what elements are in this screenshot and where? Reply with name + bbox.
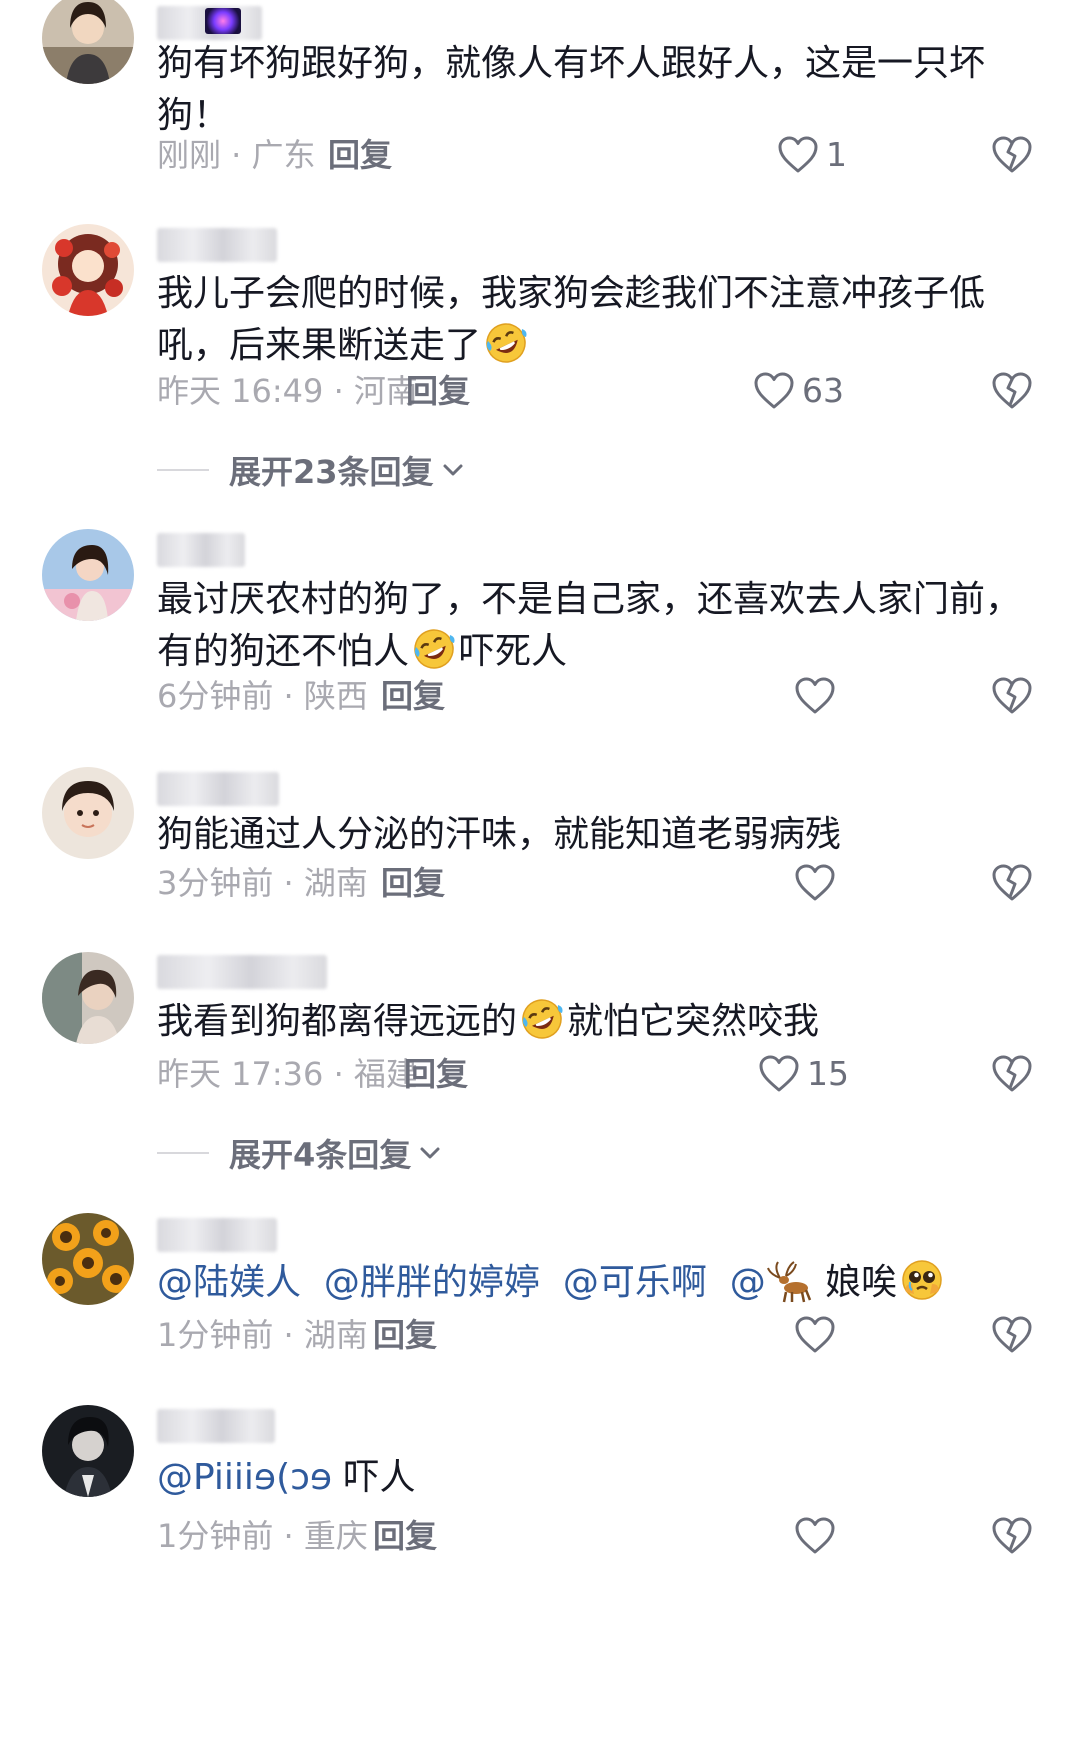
like-count: 1: [826, 135, 847, 174]
username-blurred[interactable]: [157, 1218, 277, 1252]
rolling-laugh-emoji: [412, 627, 456, 671]
like-button[interactable]: [793, 674, 837, 718]
like-button[interactable]: [793, 1514, 837, 1558]
dislike-button[interactable]: [990, 674, 1034, 718]
comment-text: 狗有坏狗跟好狗，就像人有坏人跟好人，这是一只坏狗！: [157, 43, 986, 136]
comment-time-location: 3分钟前 · 湖南: [157, 864, 368, 902]
heart-icon: [793, 1514, 837, 1558]
comment-time-location: 1分钟前 · 重庆: [157, 1517, 368, 1555]
mention-link[interactable]: @胖胖的婷婷: [324, 1262, 540, 1303]
chevron-down-icon: [440, 457, 466, 483]
divider: [157, 469, 209, 471]
user-badge: [205, 8, 241, 34]
like-button[interactable]: [793, 861, 837, 905]
chevron-down-icon: [417, 1140, 443, 1166]
broken-heart-icon: [990, 861, 1034, 905]
like-button[interactable]: 15: [757, 1052, 849, 1096]
username-blurred[interactable]: [157, 772, 279, 806]
comment-text: 我儿子会爬的时候，我家狗会趁我们不注意冲孩子低吼，后来果断送走了: [157, 268, 1037, 372]
username-blurred[interactable]: [157, 228, 277, 262]
heart-icon: [757, 1052, 801, 1096]
expand-replies-label: 展开23条回复: [229, 453, 434, 491]
username-blurred[interactable]: [157, 1409, 275, 1443]
expand-replies-button[interactable]: 展开4条回复: [157, 1133, 443, 1174]
comment-time-location: 1分钟前 · 湖南: [157, 1316, 368, 1354]
comment-time-location: 昨天 16:49 · 河南: [157, 372, 418, 410]
rolling-laugh-emoji: [520, 997, 564, 1041]
comment-text-part: 娘唉: [825, 1262, 898, 1303]
comment-text-part: 我看到狗都离得远远的: [157, 1001, 518, 1042]
reply-button[interactable]: 回复: [404, 1054, 468, 1094]
heart-icon: [793, 861, 837, 905]
reply-button[interactable]: 回复: [406, 371, 470, 411]
reply-button[interactable]: 回复: [381, 676, 445, 716]
username-blurred[interactable]: [157, 955, 327, 989]
rolling-laugh-emoji: [484, 321, 528, 365]
like-count: 15: [807, 1054, 849, 1093]
dislike-button[interactable]: [990, 369, 1034, 413]
comment-time-location: 刚刚 · 广东: [157, 136, 316, 174]
like-button[interactable]: 63: [752, 369, 844, 413]
mention-link[interactable]: @: [730, 1262, 766, 1303]
comment-text: 狗能通过人分泌的汗味，就能知道老弱病残: [157, 814, 842, 855]
avatar[interactable]: [42, 1213, 134, 1305]
dislike-button[interactable]: [990, 1514, 1034, 1558]
comment-text: @Piiiiɘ(ɔɘ 吓人: [157, 1452, 1037, 1504]
pleading-face-emoji: [900, 1258, 944, 1302]
broken-heart-icon: [990, 1052, 1034, 1096]
avatar[interactable]: [42, 1405, 134, 1497]
dislike-button[interactable]: [990, 861, 1034, 905]
expand-replies-button[interactable]: 展开23条回复: [157, 450, 466, 491]
comment-text-part: 就怕它突然咬我: [567, 1001, 820, 1042]
comment-text: 我看到狗都离得远远的 就怕它突然咬我: [157, 996, 1037, 1048]
comment-time-location: 6分钟前 · 陕西: [157, 677, 368, 715]
comment-text: 最讨厌农村的狗了，不是自己家，还喜欢去人家门前，有的狗还不怕人 吓死人: [157, 574, 1037, 678]
dislike-button[interactable]: [990, 1052, 1034, 1096]
heart-icon: [793, 674, 837, 718]
reply-button[interactable]: 回复: [328, 135, 392, 175]
broken-heart-icon: [990, 1313, 1034, 1357]
like-button[interactable]: [793, 1313, 837, 1357]
broken-heart-icon: [990, 674, 1034, 718]
avatar[interactable]: [42, 952, 134, 1044]
reply-button[interactable]: 回复: [373, 1516, 437, 1556]
heart-icon: [752, 369, 796, 413]
mention-link[interactable]: @Piiiiɘ(ɔɘ: [157, 1457, 332, 1498]
reply-button[interactable]: 回复: [373, 1315, 437, 1355]
divider: [157, 1152, 209, 1154]
heart-icon: [776, 133, 820, 177]
broken-heart-icon: [990, 133, 1034, 177]
dislike-button[interactable]: [990, 133, 1034, 177]
comment-text: @陆媄人 @胖胖的婷婷 @可乐啊 @ 娘唉: [157, 1256, 1037, 1309]
broken-heart-icon: [990, 369, 1034, 413]
username-blurred[interactable]: [157, 533, 245, 567]
avatar[interactable]: [42, 224, 134, 316]
avatar[interactable]: [42, 0, 134, 84]
comment-text-part: 我儿子会爬的时候，我家狗会趁我们不注意冲孩子低吼，后来果断送走了: [157, 273, 986, 366]
deer-emoji: [766, 1256, 814, 1304]
like-button[interactable]: 1: [776, 133, 847, 177]
avatar[interactable]: [42, 767, 134, 859]
comment-time-location: 昨天 17:36 · 福建: [157, 1055, 418, 1093]
comment-text-part: 最讨厌农村的狗了，不是自己家，还喜欢去人家门前，有的狗还不怕人: [157, 579, 1022, 672]
broken-heart-icon: [990, 1514, 1034, 1558]
dislike-button[interactable]: [990, 1313, 1034, 1357]
heart-icon: [793, 1313, 837, 1357]
avatar[interactable]: [42, 529, 134, 621]
comment-text-part: 吓死人: [459, 631, 568, 672]
mention-link[interactable]: @可乐啊: [563, 1262, 707, 1303]
comment-text-part: 吓人: [343, 1457, 416, 1498]
expand-replies-label: 展开4条回复: [229, 1136, 412, 1174]
mention-link[interactable]: @陆媄人: [157, 1262, 301, 1303]
reply-button[interactable]: 回复: [381, 863, 445, 903]
like-count: 63: [802, 371, 844, 410]
